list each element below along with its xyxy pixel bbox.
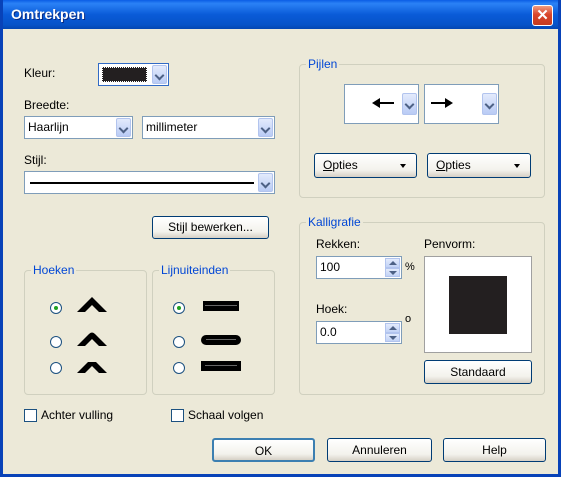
angle-label: Hoek: [316, 302, 348, 316]
stretch-value: 100 [320, 260, 341, 274]
angle-unit: o [405, 313, 412, 325]
color-picker[interactable] [98, 63, 169, 86]
corner-round-radio[interactable] [50, 336, 62, 348]
round-corner-icon [77, 330, 107, 351]
end-arrow-options-button[interactable]: Opties [427, 153, 531, 178]
behind-fill-label: Achter vulling [41, 408, 114, 422]
width-value: Haarlijn [28, 120, 69, 134]
square-cap-icon [201, 361, 241, 371]
outline-pen-dialog: Omtrekpen ✕ Kleur: Breedte: Haarlijn mil… [0, 0, 561, 477]
chevron-down-icon [116, 118, 131, 137]
start-arrow-options-button[interactable]: Opties [314, 153, 417, 178]
cap-square-radio[interactable] [173, 362, 185, 374]
scale-with-image-label: Schaal volgen [188, 408, 264, 422]
line-style-preview [30, 182, 254, 184]
dialog-title: Omtrekpen [11, 6, 85, 22]
chevron-down-icon [258, 118, 273, 137]
stretch-label: Rekken: [316, 237, 361, 251]
spin-down-icon[interactable] [385, 332, 400, 342]
miter-corner-icon [77, 296, 107, 317]
chevron-down-icon [258, 173, 273, 192]
line-caps-title: Lijnuiteinden [159, 263, 231, 277]
spin-up-icon[interactable] [385, 323, 400, 333]
corner-bevel-radio[interactable] [50, 362, 62, 374]
arrows-title: Pijlen [306, 57, 340, 71]
chevron-down-icon [152, 65, 167, 84]
spin-up-icon[interactable] [385, 258, 400, 268]
color-label: Kleur: [24, 66, 56, 80]
behind-fill-checkbox[interactable] [24, 409, 37, 422]
dropdown-arrow-icon [400, 164, 406, 168]
angle-value: 0.0 [320, 325, 337, 339]
stretch-input[interactable]: 100 [316, 256, 402, 279]
close-button[interactable]: ✕ [532, 5, 553, 26]
line-style-select[interactable] [24, 171, 275, 194]
nib-shape-label: Penvorm: [424, 237, 476, 251]
edit-style-button[interactable]: Stijl bewerken... [152, 216, 269, 239]
start-arrow-select[interactable] [344, 84, 419, 124]
width-label: Breedte: [24, 98, 70, 112]
unit-value: millimeter [146, 120, 198, 134]
scale-with-image-checkbox[interactable] [171, 409, 184, 422]
width-select[interactable]: Haarlijn [24, 116, 133, 139]
title-bar[interactable]: Omtrekpen ✕ [3, 0, 558, 29]
left-arrow-icon [372, 95, 396, 114]
stretch-spinner[interactable] [385, 258, 400, 277]
cancel-button[interactable]: Annuleren [327, 438, 432, 462]
stretch-unit: % [405, 261, 415, 273]
cap-round-radio[interactable] [173, 336, 185, 348]
ok-button[interactable]: OK [212, 438, 315, 462]
nib-square [449, 276, 507, 334]
chevron-down-icon [402, 93, 417, 115]
round-cap-icon [201, 335, 241, 345]
butt-cap-icon [203, 301, 239, 311]
bevel-corner-icon [77, 357, 107, 378]
spin-down-icon[interactable] [385, 267, 400, 277]
help-button[interactable]: Help [443, 438, 546, 462]
end-arrow-select[interactable] [424, 84, 499, 124]
angle-input[interactable]: 0.0 [316, 321, 402, 344]
nib-shape-preview[interactable] [424, 256, 532, 353]
cap-butt-radio[interactable] [173, 302, 185, 314]
chevron-down-icon [482, 93, 497, 115]
style-label: Stijl: [24, 153, 47, 167]
default-button[interactable]: Standaard [424, 360, 532, 384]
calligraphy-title: Kalligrafie [306, 215, 363, 229]
line-caps-group: Lijnuiteinden [152, 263, 275, 395]
color-swatch [102, 67, 147, 82]
right-arrow-icon [431, 95, 455, 114]
angle-spinner[interactable] [385, 323, 400, 342]
corners-title: Hoeken [31, 263, 77, 277]
corner-miter-radio[interactable] [50, 302, 62, 314]
unit-select[interactable]: millimeter [142, 116, 275, 139]
dropdown-arrow-icon [514, 164, 520, 168]
close-icon: ✕ [536, 7, 549, 24]
